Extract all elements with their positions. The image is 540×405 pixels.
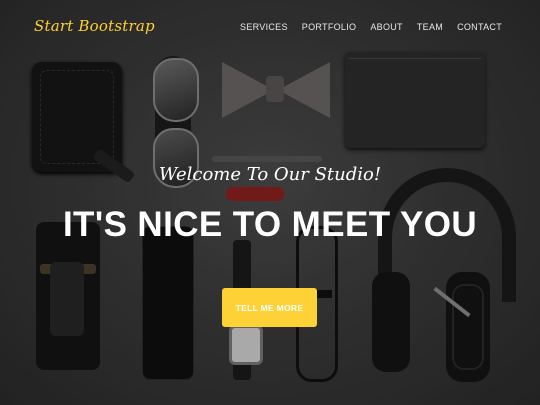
nav-item-services[interactable]: SERVICES: [240, 22, 288, 32]
hero-section: Start Bootstrap SERVICES PORTFOLIO ABOUT…: [0, 0, 540, 405]
nav-menu: SERVICES PORTFOLIO ABOUT TEAM CONTACT: [240, 22, 502, 32]
background-overlay: [0, 0, 540, 405]
nav-item-team[interactable]: TEAM: [417, 22, 443, 32]
brand-logo[interactable]: Start Bootstrap: [34, 17, 155, 35]
intro-heading: IT'S NICE TO MEET YOU: [62, 205, 478, 244]
nav-item-about[interactable]: ABOUT: [370, 22, 403, 32]
nav-item-contact[interactable]: CONTACT: [457, 22, 502, 32]
tell-me-more-button[interactable]: TELL ME MORE: [222, 288, 317, 327]
nav-item-portfolio[interactable]: PORTFOLIO: [302, 22, 357, 32]
intro-lead-text: Welcome To Our Studio!: [158, 164, 382, 185]
top-navbar: Start Bootstrap SERVICES PORTFOLIO ABOUT…: [0, 0, 540, 56]
